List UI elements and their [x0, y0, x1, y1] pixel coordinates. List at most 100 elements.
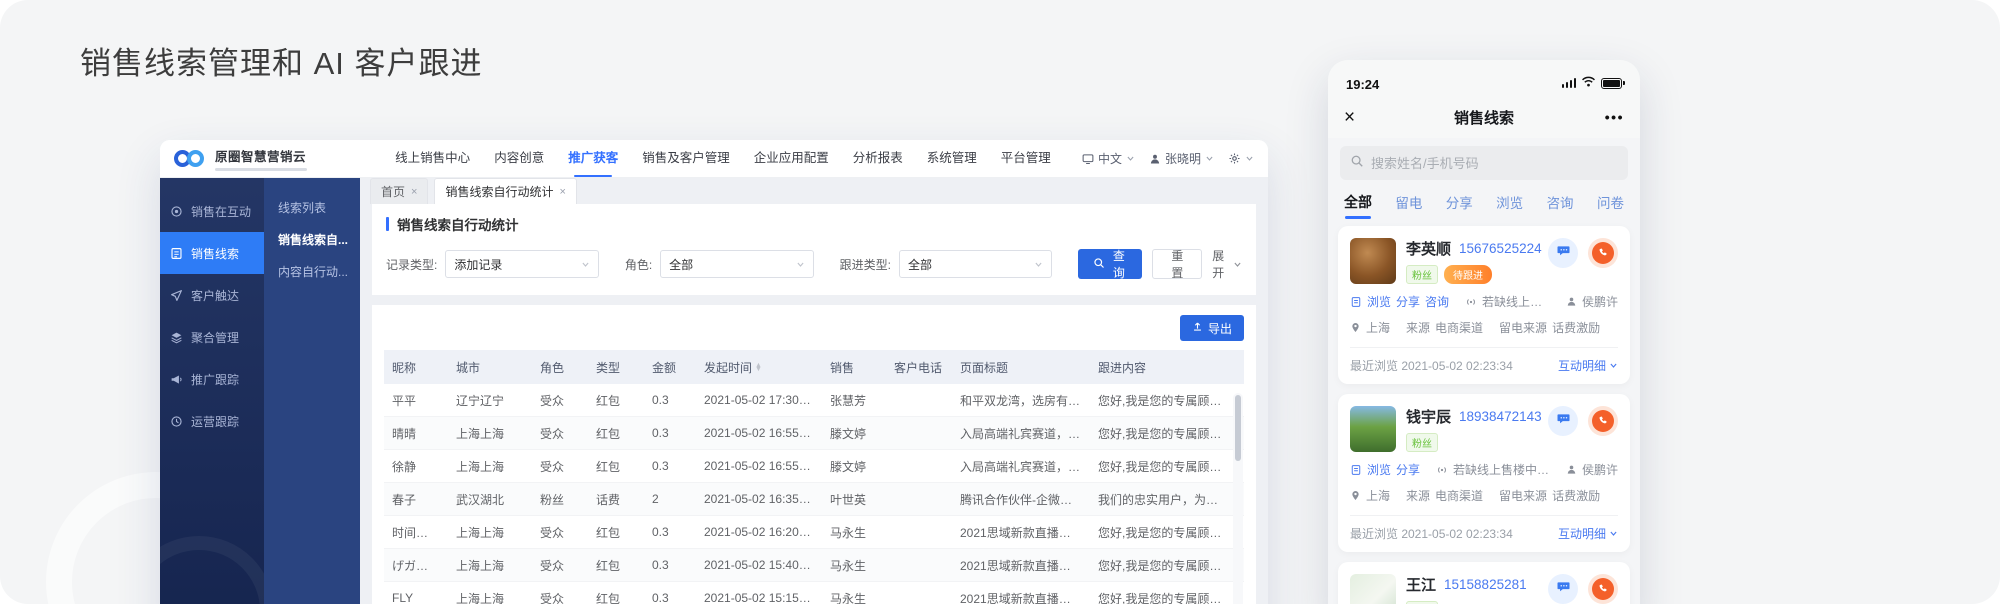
activity-link[interactable]: 浏览 — [1367, 461, 1391, 478]
lead-card[interactable]: 钱宇辰18938472143粉丝浏览分享若缺线上售楼中心的h5...侯鹏许上海来… — [1338, 394, 1630, 552]
more-icon[interactable]: ••• — [1605, 109, 1624, 125]
expand-toggle[interactable]: 展开 — [1212, 247, 1242, 281]
mobile-tab[interactable]: 留电 — [1395, 192, 1422, 212]
sidebar-item[interactable]: 销售在互动 — [160, 190, 264, 232]
subnav-item[interactable]: 线索列表 — [278, 192, 360, 224]
export-button[interactable]: 导出 — [1180, 315, 1244, 341]
table-row[interactable]: 春子武汉湖北粉丝话费22021-05-02 16:35:00叶世英腾讯合作伙伴-… — [384, 483, 1244, 516]
message-button[interactable] — [1548, 238, 1578, 268]
settings-menu[interactable] — [1228, 152, 1254, 165]
leads-icon — [170, 247, 184, 260]
sidebar-item[interactable]: 销售线索 — [160, 232, 264, 274]
topnav-item[interactable]: 系统管理 — [927, 140, 977, 177]
message-button[interactable] — [1548, 406, 1578, 436]
lead-owner: 侯鹏许 — [1582, 461, 1618, 478]
interaction-detail-link[interactable]: 互动明细 — [1558, 357, 1618, 374]
table-cell: 2 — [644, 492, 696, 506]
close-icon[interactable]: × — [1344, 108, 1355, 127]
filter-select[interactable]: 添加记录 — [445, 250, 598, 278]
interaction-detail-link[interactable]: 互动明细 — [1558, 525, 1618, 542]
battery-icon — [1601, 78, 1622, 89]
topnav-item[interactable]: 推广获客 — [568, 140, 618, 177]
user-menu[interactable]: 张晓明 — [1149, 150, 1214, 167]
phone-source-label: 留电来源 — [1499, 487, 1547, 504]
sidebar-item-label: 运营跟踪 — [191, 413, 239, 430]
table-header-cell: 客户电话 — [886, 359, 952, 376]
chevron-down-icon — [1245, 154, 1254, 163]
table-row[interactable]: 平平辽宁辽宁受众红包0.32021-05-02 17:30:00张慧芳和平双龙湾… — [384, 384, 1244, 417]
chevron-down-icon — [1205, 154, 1214, 163]
search-box[interactable] — [1340, 146, 1628, 180]
table-cell: 红包 — [588, 590, 644, 604]
sort-icon[interactable]: ▲▼ — [755, 364, 762, 372]
reset-button[interactable]: 重置 — [1152, 249, 1202, 279]
search-input[interactable] — [1371, 156, 1618, 171]
activity-link[interactable]: 咨询 — [1425, 293, 1449, 310]
table-cell: 您好,我是您的专属顾问马永生,电... — [1090, 524, 1230, 541]
query-button[interactable]: 查询 — [1078, 249, 1142, 279]
filter-label: 跟进类型: — [840, 256, 891, 273]
topnav-item[interactable]: 企业应用配置 — [754, 140, 829, 177]
export-label: 导出 — [1208, 320, 1232, 337]
close-icon[interactable]: × — [411, 180, 417, 204]
call-button[interactable] — [1588, 574, 1618, 604]
lead-card[interactable]: 王江15158825281粉丝浏览若缺线上售楼中心的h5分享页侯鹏许上海来源电商… — [1338, 562, 1630, 604]
filter-select[interactable]: 全部 — [899, 250, 1052, 278]
lead-card[interactable]: 李英顺15676525224粉丝待跟进浏览分享咨询若缺线上售楼中心...侯鹏许上… — [1338, 226, 1630, 384]
page-tab[interactable]: 销售线索自行动统计× — [434, 178, 576, 204]
subnav-item[interactable]: 销售线索自... — [278, 224, 360, 256]
activity-link[interactable]: 分享 — [1396, 461, 1420, 478]
message-button[interactable] — [1548, 574, 1578, 604]
mobile-tab[interactable]: 浏览 — [1496, 192, 1523, 212]
table-row[interactable]: 晴晴上海上海受众红包0.32021-05-02 16:55:00滕文婷入局高端礼… — [384, 417, 1244, 450]
search-icon — [1093, 257, 1105, 272]
mobile-tab[interactable]: 咨询 — [1547, 192, 1574, 212]
lead-phone[interactable]: 18938472143 — [1459, 409, 1542, 424]
table-cell: 红包 — [588, 524, 644, 541]
lead-phone[interactable]: 15158825281 — [1444, 577, 1527, 592]
mobile-tab[interactable]: 全部 — [1344, 192, 1372, 212]
lead-activity-row: 浏览分享咨询若缺线上售楼中心...侯鹏许 — [1350, 293, 1618, 310]
lead-actions — [1548, 574, 1618, 604]
filter-select-value: 全部 — [669, 256, 693, 273]
sidebar-item-label: 销售线索 — [191, 245, 239, 262]
topnav-item[interactable]: 线上销售中心 — [395, 140, 470, 177]
table-scrollbar[interactable] — [1233, 393, 1243, 604]
subnav-item[interactable]: 内容自行动... — [278, 256, 360, 288]
table-cell: 2021-05-02 16:55:00 — [696, 459, 822, 473]
activity-link[interactable]: 浏览 — [1367, 293, 1391, 310]
sidebar-item[interactable]: 推广跟踪 — [160, 358, 264, 400]
close-icon[interactable]: × — [559, 180, 565, 204]
activity-link[interactable]: 分享 — [1396, 293, 1420, 310]
monitor-icon — [1082, 153, 1094, 165]
table-cell: 受众 — [532, 392, 588, 409]
topnav-item[interactable]: 分析报表 — [853, 140, 903, 177]
table-row[interactable]: 时间法女孩上海上海受众红包0.32021-05-02 16:20:00马永生20… — [384, 516, 1244, 549]
scrollbar-thumb[interactable] — [1235, 395, 1241, 461]
lead-source-row: 上海来源电商渠道留电来源话费激励 — [1350, 319, 1618, 336]
filter-label: 记录类型: — [386, 256, 437, 273]
detail-label: 互动明细 — [1558, 525, 1606, 542]
mobile-tab[interactable]: 分享 — [1446, 192, 1473, 212]
mobile-app-window: 19:24 × 销售线索 ••• 全部留电分享浏览咨询问卷 李英顺1567652… — [1328, 60, 1640, 604]
table-cell: 2021思域新款直播红人... — [952, 590, 1090, 604]
topnav-item[interactable]: 销售及客户管理 — [642, 140, 730, 177]
filter-buttons: 查询重置展开 — [1078, 247, 1242, 281]
table-row[interactable]: げガー船长上海上海受众红包0.32021-05-02 15:40:00马永生20… — [384, 549, 1244, 582]
table-row[interactable]: 徐静上海上海受众红包0.32021-05-02 16:55:00滕文婷入局高端礼… — [384, 450, 1244, 483]
mobile-tab[interactable]: 问卷 — [1597, 192, 1624, 212]
sidebar-item[interactable]: 聚合管理 — [160, 316, 264, 358]
topnav-item[interactable]: 内容创意 — [494, 140, 544, 177]
sidebar-item[interactable]: 客户触达 — [160, 274, 264, 316]
language-switch[interactable]: 中文 — [1082, 150, 1135, 167]
lead-name: 钱宇辰 — [1406, 406, 1451, 427]
table-row[interactable]: FLY上海上海受众红包0.32021-05-02 15:15:00马永生2021… — [384, 582, 1244, 604]
table-cell: 上海上海 — [448, 557, 532, 574]
topnav-item[interactable]: 平台管理 — [1001, 140, 1051, 177]
sidebar-item[interactable]: 运营跟踪 — [160, 400, 264, 442]
filter-select[interactable]: 全部 — [660, 250, 813, 278]
call-button[interactable] — [1588, 406, 1618, 436]
lead-phone[interactable]: 15676525224 — [1459, 241, 1542, 256]
call-button[interactable] — [1588, 238, 1618, 268]
page-tab[interactable]: 首页× — [370, 178, 428, 204]
